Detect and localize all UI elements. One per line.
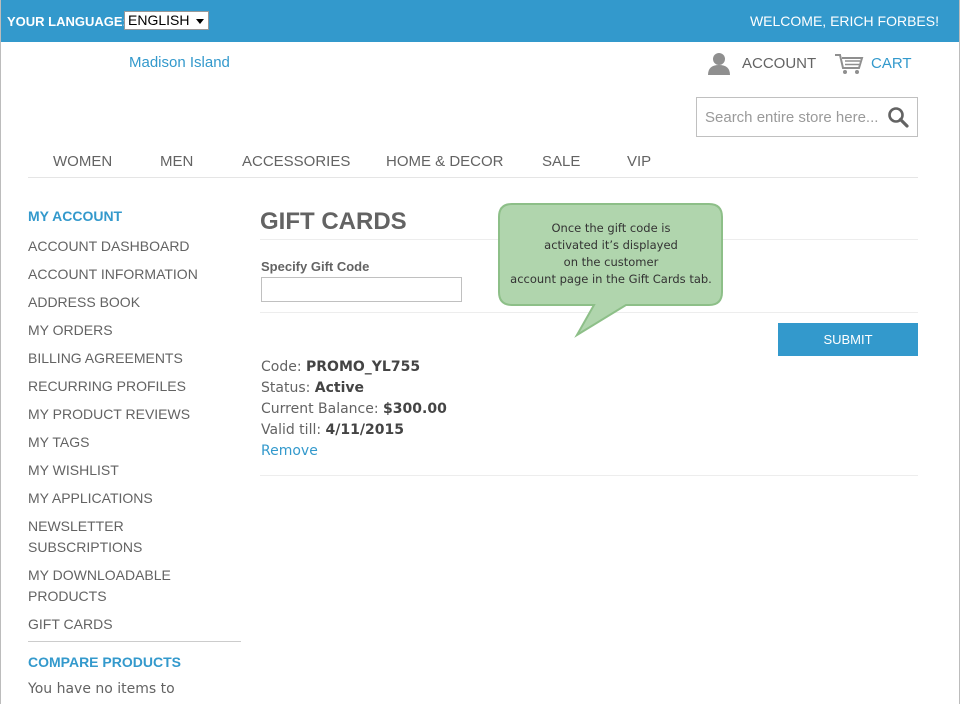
sidebar-item-address-book[interactable]: ADDRESS BOOK [28,292,241,313]
search-icon[interactable] [887,106,909,128]
sidebar-item-account-dashboard[interactable]: ACCOUNT DASHBOARD [28,236,241,257]
status-row: Status: Active [261,378,447,399]
compare-empty-message: You have no items to [28,681,175,697]
valid-till-row: Valid till: 4/11/2015 [261,420,447,441]
main-nav: WOMEN MEN ACCESSORIES HOME & DECOR SALE … [28,150,918,178]
callout-line: activated it’s displayed [544,238,678,252]
cart-label: CART [871,55,912,72]
account-sidebar: MY ACCOUNT ACCOUNT DASHBOARD ACCOUNT INF… [28,208,241,635]
sidebar-item-my-product-reviews[interactable]: MY PRODUCT REVIEWS [28,404,241,425]
code-value: PROMO_YL755 [306,359,421,375]
nav-item-women[interactable]: WOMEN [53,153,112,170]
language-label: YOUR LANGUAGE: [7,14,127,29]
page-title: GIFT CARDS [260,208,407,235]
nav-item-sale[interactable]: SALE [542,153,580,170]
remove-link[interactable]: Remove [261,443,318,459]
gift-code-label: Specify Gift Code [261,259,370,274]
sidebar-item-account-information[interactable]: ACCOUNT INFORMATION [28,264,241,285]
compare-products-title: COMPARE PRODUCTS [28,654,181,670]
store-logo[interactable]: Madison Island [129,54,230,71]
balance-value: $300.00 [383,401,447,417]
details-divider [260,475,918,476]
sidebar-item-my-tags[interactable]: MY TAGS [28,432,241,453]
nav-item-home-decor[interactable]: HOME & DECOR [386,153,504,170]
account-label: ACCOUNT [742,55,817,72]
cart-icon [835,54,864,74]
annotation-callout: Once the gift code is activated it’s dis… [498,203,724,339]
sidebar-title: MY ACCOUNT [28,208,123,224]
top-bar: YOUR LANGUAGE: ENGLISH WELCOME, ERICH FO… [1,0,959,42]
nav-item-men[interactable]: MEN [160,153,193,170]
caret-down-icon [196,19,204,24]
balance-label: Current Balance: [261,401,379,417]
gift-code-input[interactable] [261,277,462,302]
callout-line: Once the gift code is [551,221,671,235]
sidebar-item-my-wishlist[interactable]: MY WISHLIST [28,460,241,481]
status-label: Status: [261,380,311,396]
sidebar-item-billing-agreements[interactable]: BILLING AGREEMENTS [28,348,241,369]
language-value: ENGLISH [128,12,190,28]
sidebar-item-gift-cards[interactable]: GIFT CARDS [28,614,241,635]
language-select[interactable]: ENGLISH [124,11,209,30]
gift-card-details: Code: PROMO_YL755 Status: Active Current… [261,357,447,462]
search-box [696,97,918,137]
sidebar-item-my-applications[interactable]: MY APPLICATIONS [28,488,241,509]
status-value: Active [314,380,365,396]
nav-item-accessories[interactable]: ACCESSORIES [242,153,350,170]
callout-text: Once the gift code is activated it’s dis… [502,220,720,288]
sidebar-item-recurring-profiles[interactable]: RECURRING PROFILES [28,376,241,397]
search-input[interactable] [697,98,882,136]
submit-button[interactable]: SUBMIT [778,323,918,356]
sidebar-item-my-downloadable-products[interactable]: MY DOWNLOADABLE PRODUCTS [28,565,188,607]
code-row: Code: PROMO_YL755 [261,357,447,378]
user-icon [708,53,730,75]
callout-line: on the customer [563,255,659,269]
welcome-message: WELCOME, ERICH FORBES! [749,13,939,29]
sidebar-item-my-orders[interactable]: MY ORDERS [28,320,241,341]
sidebar-divider [28,641,241,642]
code-label: Code: [261,359,302,375]
valid-till-label: Valid till: [261,422,322,438]
callout-line: account page in the Gift Cards tab. [510,272,712,286]
valid-till-value: 4/11/2015 [325,422,404,438]
nav-item-vip[interactable]: VIP [627,153,651,170]
balance-row: Current Balance: $300.00 [261,399,447,420]
sidebar-item-newsletter-subscriptions[interactable]: NEWSLETTER SUBSCRIPTIONS [28,516,241,558]
